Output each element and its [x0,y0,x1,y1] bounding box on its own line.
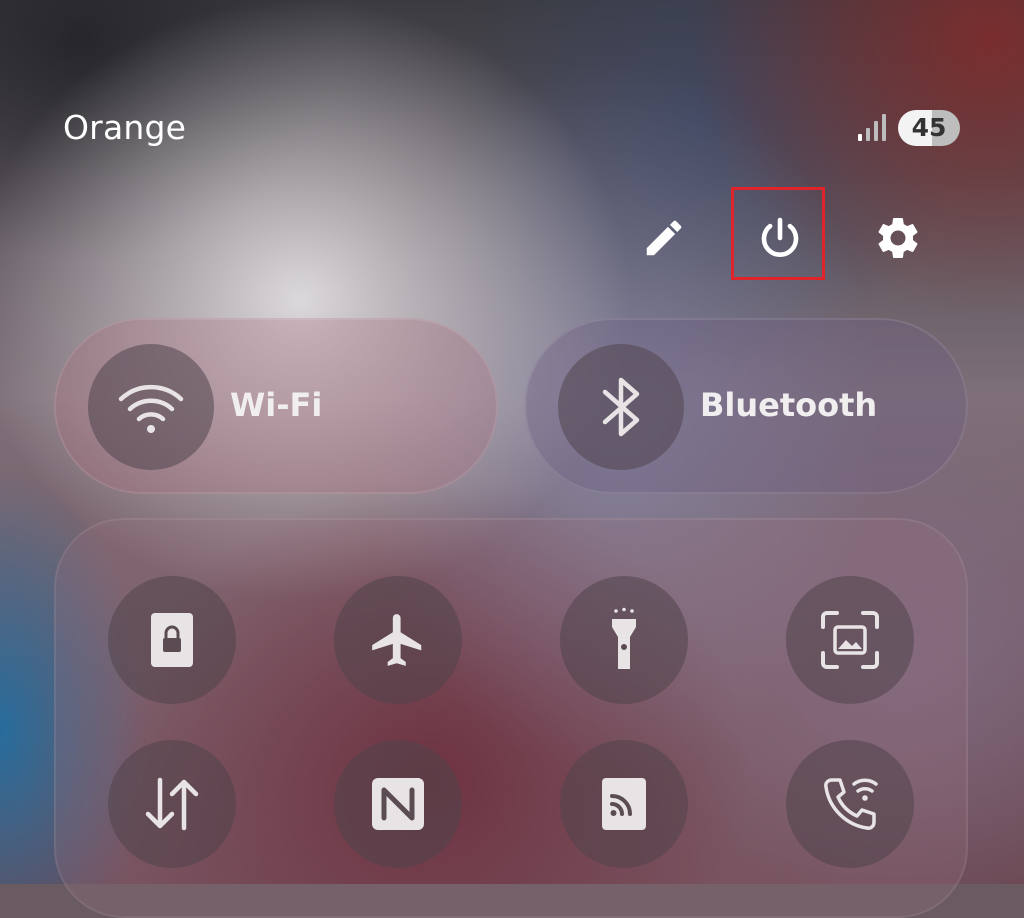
wifi-icon [118,384,184,433]
power-button-highlight [731,187,825,280]
battery-indicator: 45 [898,110,960,146]
airplane-icon [372,614,422,666]
mobile-data-button[interactable] [108,740,236,868]
carrier-name: Orange [63,108,187,147]
screenshot-icon [821,611,879,669]
settings-button[interactable] [866,206,930,270]
nfc-button[interactable] [334,740,462,868]
screenshot-button[interactable] [786,576,914,704]
wifi-tile[interactable]: Wi-Fi [54,318,498,494]
gear-icon [878,217,918,258]
bluetooth-tile[interactable]: Bluetooth [524,318,968,494]
bluetooth-icon [602,377,640,437]
signal-bars-icon [856,112,888,142]
wifi-calling-icon [824,778,878,830]
edit-button[interactable] [632,206,696,270]
wifi-calling-button[interactable] [786,740,914,868]
lock-screen-button[interactable] [108,576,236,704]
cast-icon [602,778,646,830]
cast-button[interactable] [560,740,688,868]
flashlight-button[interactable] [560,576,688,704]
pencil-icon [646,220,682,256]
wifi-toggle[interactable] [88,344,214,470]
data-transfer-icon [145,777,199,831]
bluetooth-label: Bluetooth [700,386,878,424]
airplane-mode-button[interactable] [334,576,462,704]
nfc-icon [372,778,424,830]
flashlight-icon [612,607,636,669]
wifi-label: Wi-Fi [230,386,323,424]
bluetooth-toggle[interactable] [558,344,684,470]
lock-screen-icon [151,613,193,667]
